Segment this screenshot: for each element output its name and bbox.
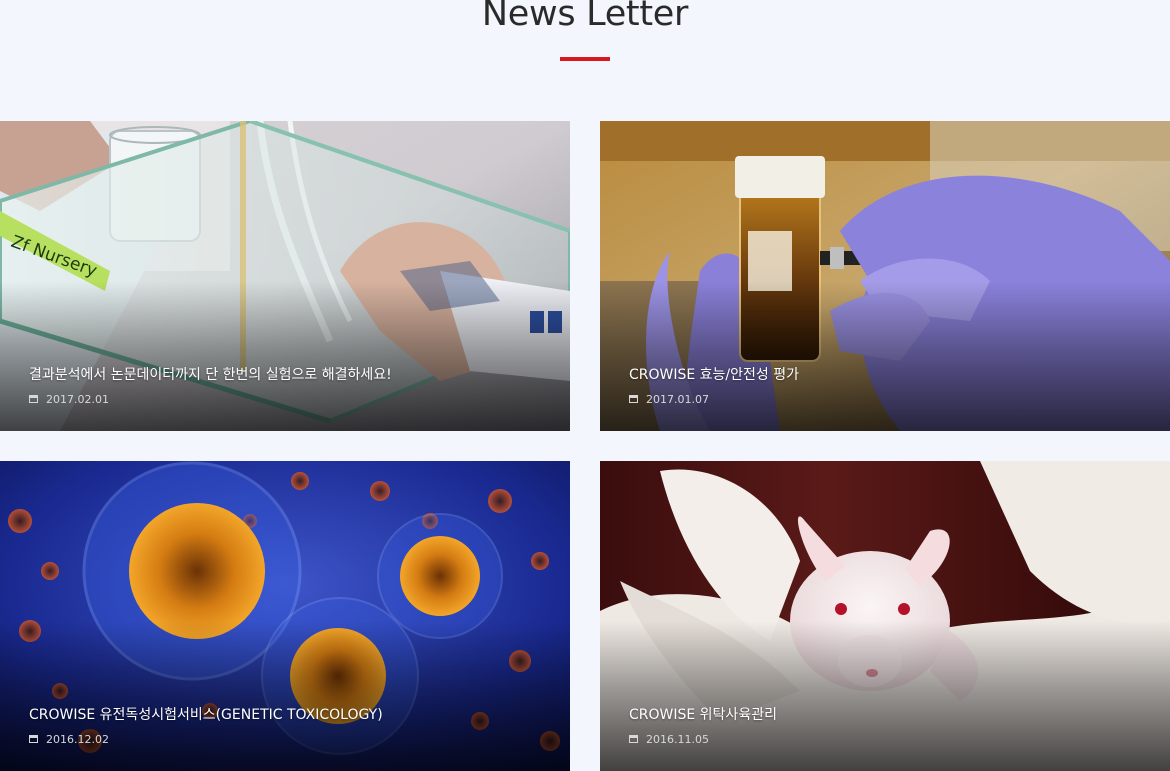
news-card-date: 2017.01.07: [646, 393, 709, 406]
news-card-1[interactable]: Zf Nursery 결과분석에서 논문데이터까지 단 한번의 실험으로 해결하…: [0, 121, 570, 431]
calendar-icon: [29, 735, 38, 743]
news-card-date: 2016.12.02: [46, 733, 109, 746]
news-card-date: 2016.11.05: [646, 733, 709, 746]
news-card-title[interactable]: 결과분석에서 논문데이터까지 단 한번의 실험으로 해결하세요!: [29, 365, 550, 385]
news-card-2[interactable]: CROWISE 효능/안전성 평가 2017.01.07: [600, 121, 1170, 431]
news-card-4[interactable]: CROWISE 위탁사육관리 2016.11.05: [600, 461, 1170, 771]
news-card-title[interactable]: CROWISE 위탁사육관리: [629, 705, 1150, 725]
news-letter-section: News Letter Zf Nursery 결과분석에서 논문데이터까지 단 …: [0, 0, 1170, 771]
news-card-3[interactable]: CROWISE 유전독성시험서비스(GENETIC TOXICOLOGY) 20…: [0, 461, 570, 771]
calendar-icon: [29, 395, 38, 403]
section-title: News Letter: [481, 0, 689, 34]
calendar-icon: [629, 735, 638, 743]
news-card-date: 2017.02.01: [46, 393, 109, 406]
title-underline: [560, 57, 610, 61]
news-card-title[interactable]: CROWISE 유전독성시험서비스(GENETIC TOXICOLOGY): [29, 705, 550, 725]
calendar-icon: [629, 395, 638, 403]
news-card-title[interactable]: CROWISE 효능/안전성 평가: [629, 365, 1150, 385]
